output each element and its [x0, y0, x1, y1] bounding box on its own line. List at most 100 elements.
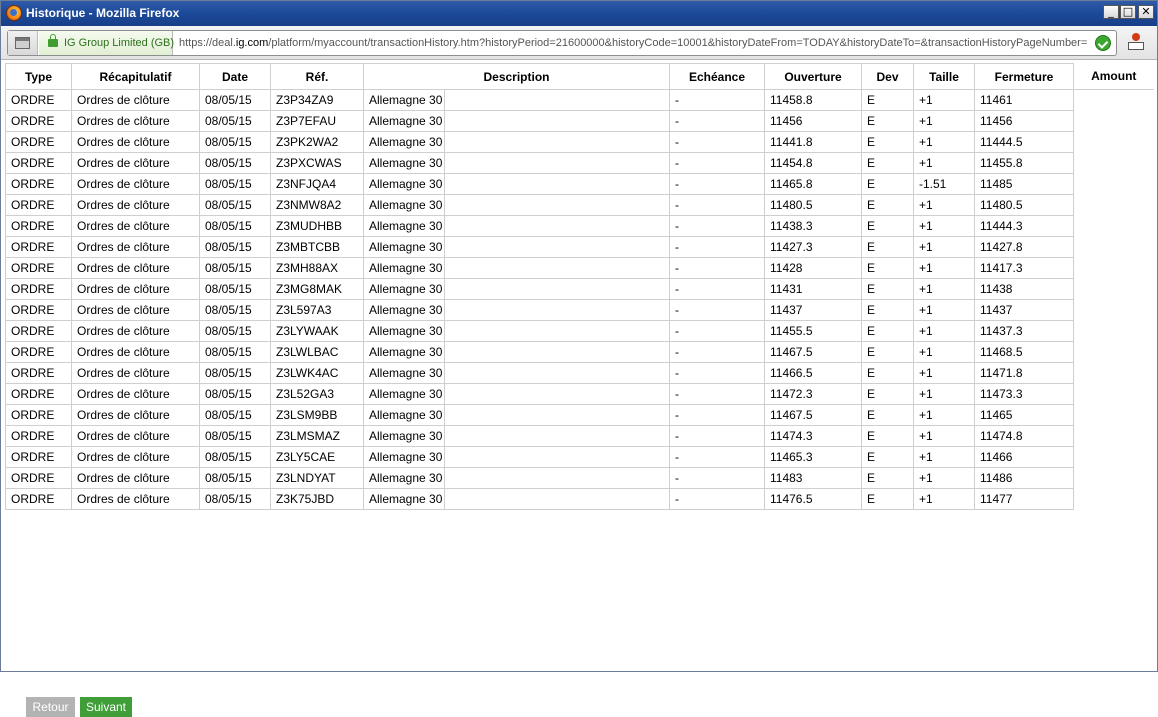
cell-description: Allemagne 30	[363, 257, 445, 279]
cell-close: 11438	[974, 278, 1074, 300]
cell-open: 11472.3	[764, 383, 862, 405]
history-content: Type Récapitulatif Date Réf. Description…	[5, 63, 1155, 717]
col-expiry[interactable]: Echéance	[669, 63, 765, 90]
check-icon[interactable]	[1095, 35, 1111, 51]
cell-spacer	[444, 404, 670, 426]
cell-ref: Z3MG8MAK	[270, 278, 364, 300]
description-text: Allemagne 30	[369, 240, 443, 254]
cell-ref: Z3PXCWAS	[270, 152, 364, 174]
next-button[interactable]: Suivant	[80, 697, 132, 717]
col-currency[interactable]: Dev	[861, 63, 914, 90]
cell-expiry: -	[669, 89, 765, 111]
table-row[interactable]: ORDRE Ordres de clôture 08/05/15 Z3P34ZA9 Al…	[5, 89, 1154, 111]
table-row[interactable]: ORDRE Ordres de clôture 08/05/15 Z3MG8MAK Al…	[5, 278, 1154, 300]
cell-amount	[1074, 279, 1154, 300]
cell-currency: E	[861, 278, 914, 300]
url-bar[interactable]: IG Group Limited (GB) https://deal.ig.co…	[7, 30, 1117, 56]
table-row[interactable]: ORDRE Ordres de clôture 08/05/15 Z3MH88AX Al…	[5, 257, 1154, 279]
cell-amount	[1074, 90, 1154, 111]
maximize-button[interactable]: □	[1120, 5, 1136, 19]
cell-open: 11454.8	[764, 152, 862, 174]
table-row[interactable]: ORDRE Ordres de clôture 08/05/15 Z3LNDYAT Al…	[5, 467, 1154, 489]
cell-spacer	[444, 446, 670, 468]
cell-spacer	[444, 194, 670, 216]
url-text[interactable]: https://deal.ig.com/platform/myaccount/t…	[179, 36, 1091, 50]
cell-size: +1	[913, 446, 975, 468]
cell-size: +1	[913, 257, 975, 279]
cell-size: +1	[913, 89, 975, 111]
description-text: Allemagne 30	[369, 345, 443, 359]
cell-description: Allemagne 30	[363, 341, 445, 363]
addon-icon[interactable]	[1127, 33, 1145, 53]
cell-expiry: -	[669, 215, 765, 237]
cell-currency: E	[861, 89, 914, 111]
cell-size: +1	[913, 299, 975, 321]
col-size[interactable]: Taille	[913, 63, 975, 90]
table-row[interactable]: ORDRE Ordres de clôture 08/05/15 Z3L597A3 Al…	[5, 299, 1154, 321]
close-button[interactable]: ✕	[1138, 5, 1154, 19]
description-text: Allemagne 30	[369, 135, 443, 149]
cell-currency: E	[861, 488, 914, 510]
cell-expiry: -	[669, 110, 765, 132]
col-description[interactable]: Description	[363, 63, 670, 90]
cell-currency: E	[861, 236, 914, 258]
table-row[interactable]: ORDRE Ordres de clôture 08/05/15 Z3P7EFAU Al…	[5, 110, 1154, 132]
table-row[interactable]: ORDRE Ordres de clôture 08/05/15 Z3LWK4AC Al…	[5, 362, 1154, 384]
cell-type: ORDRE	[5, 404, 72, 426]
cell-size: +1	[913, 131, 975, 153]
cell-size: +1	[913, 194, 975, 216]
cell-close: 11465	[974, 404, 1074, 426]
col-summary[interactable]: Récapitulatif	[71, 63, 200, 90]
description-text: Allemagne 30	[369, 261, 443, 275]
cell-close: 11455.8	[974, 152, 1074, 174]
table-row[interactable]: ORDRE Ordres de clôture 08/05/15 Z3PXCWAS Al…	[5, 152, 1154, 174]
table-row[interactable]: ORDRE Ordres de clôture 08/05/15 Z3LSM9BB Al…	[5, 404, 1154, 426]
col-type[interactable]: Type	[5, 63, 72, 90]
cell-currency: E	[861, 362, 914, 384]
cell-size: +1	[913, 236, 975, 258]
table-row[interactable]: ORDRE Ordres de clôture 08/05/15 Z3NFJQA4 Al…	[5, 173, 1154, 195]
cell-currency: E	[861, 341, 914, 363]
cell-spacer	[444, 152, 670, 174]
table-row[interactable]: ORDRE Ordres de clôture 08/05/15 Z3PK2WA2 Al…	[5, 131, 1154, 153]
cell-expiry: -	[669, 278, 765, 300]
table-row[interactable]: ORDRE Ordres de clôture 08/05/15 Z3LYWAAK Al…	[5, 320, 1154, 342]
cell-date: 08/05/15	[199, 110, 271, 132]
cell-description: Allemagne 30	[363, 383, 445, 405]
minimize-button[interactable]: _	[1103, 5, 1119, 19]
cell-close: 11466	[974, 446, 1074, 468]
cell-summary: Ordres de clôture	[71, 173, 200, 195]
navigation-bar: IG Group Limited (GB) https://deal.ig.co…	[1, 26, 1157, 60]
cell-spacer	[444, 425, 670, 447]
back-button[interactable]: Retour	[26, 697, 75, 717]
description-text: Allemagne 30	[369, 471, 443, 485]
cell-summary: Ordres de clôture	[71, 131, 200, 153]
table-row[interactable]: ORDRE Ordres de clôture 08/05/15 Z3L52GA3 Al…	[5, 383, 1154, 405]
col-amount[interactable]: Amount	[1073, 63, 1154, 90]
cell-spacer	[444, 173, 670, 195]
cell-amount	[1074, 468, 1154, 489]
cell-expiry: -	[669, 467, 765, 489]
cell-description: Allemagne 30	[363, 236, 445, 258]
table-row[interactable]: ORDRE Ordres de clôture 08/05/15 Z3MBTCBB Al…	[5, 236, 1154, 258]
site-identity[interactable]: IG Group Limited (GB)	[39, 31, 174, 55]
table-row[interactable]: ORDRE Ordres de clôture 08/05/15 Z3NMW8A2 Al…	[5, 194, 1154, 216]
table-row[interactable]: ORDRE Ordres de clôture 08/05/15 Z3LWLBAC Al…	[5, 341, 1154, 363]
table-row[interactable]: ORDRE Ordres de clôture 08/05/15 Z3LY5CAE Al…	[5, 446, 1154, 468]
col-close[interactable]: Fermeture	[974, 63, 1074, 90]
cell-expiry: -	[669, 257, 765, 279]
col-ref[interactable]: Réf.	[270, 63, 364, 90]
table-row[interactable]: ORDRE Ordres de clôture 08/05/15 Z3MUDHBB Al…	[5, 215, 1154, 237]
col-date[interactable]: Date	[199, 63, 271, 90]
table-row[interactable]: ORDRE Ordres de clôture 08/05/15 Z3K75JBD Al…	[5, 488, 1154, 510]
cell-close: 11485	[974, 173, 1074, 195]
col-open[interactable]: Ouverture	[764, 63, 862, 90]
window-title: Historique - Mozilla Firefox	[26, 6, 180, 20]
cell-ref: Z3MBTCBB	[270, 236, 364, 258]
cell-ref: Z3LYWAAK	[270, 320, 364, 342]
page-menu-button[interactable]	[8, 31, 38, 55]
cell-close: 11444.5	[974, 131, 1074, 153]
table-row[interactable]: ORDRE Ordres de clôture 08/05/15 Z3LMSMAZ Al…	[5, 425, 1154, 447]
cell-currency: E	[861, 467, 914, 489]
cell-date: 08/05/15	[199, 278, 271, 300]
